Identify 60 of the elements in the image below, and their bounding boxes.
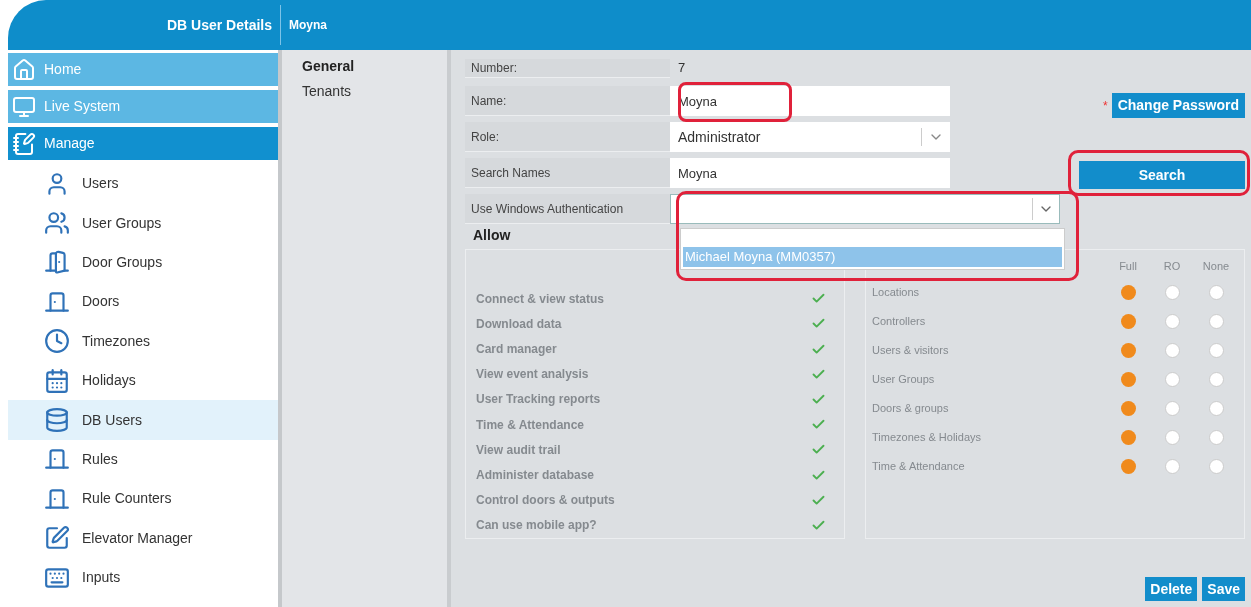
sidebar-item[interactable]: Holidays [8, 360, 278, 401]
sidebar-section[interactable]: Manage [8, 127, 278, 160]
sidebar-item[interactable]: Timezones [8, 321, 278, 361]
field-label: Name: [465, 86, 670, 116]
section-heading: Allow [472, 226, 512, 245]
text-field[interactable]: Moyna [670, 158, 950, 188]
access-label: Users & visitors [872, 343, 950, 359]
tab[interactable]: Tenants [302, 81, 447, 106]
permission-label: Time & Attendance [476, 416, 586, 434]
permission-label: View audit trail [476, 441, 562, 459]
role-dropdown[interactable]: Administrator [670, 122, 950, 152]
access-label: Timezones & Holidays [872, 430, 983, 446]
sidebar-item[interactable]: DB Users [8, 400, 278, 440]
account-dropdown[interactable] [670, 194, 1060, 224]
sidebar-item[interactable]: Doors [8, 282, 278, 322]
permission-label: Administer database [476, 467, 596, 484]
sidebar-item[interactable]: Users [8, 164, 278, 204]
field-label: Number: [465, 58, 670, 78]
house-icon [12, 57, 36, 82]
page-title: DB User Details [165, 15, 273, 35]
permission-label: Download data [476, 315, 563, 333]
access-label: Time & Attendance [872, 459, 966, 475]
permission-label: Connect & view status [476, 290, 606, 308]
notebook-icon [12, 131, 36, 156]
record-name: Moyna [288, 17, 327, 34]
door-icon [44, 249, 70, 276]
field-label: Role: [465, 122, 670, 152]
access-label: Locations [872, 285, 921, 301]
sidebar-item[interactable]: Elevator Manager [8, 518, 278, 558]
field-label: Search Names [465, 158, 670, 188]
column-header: Full [1118, 258, 1138, 274]
pen-square-icon [44, 525, 70, 552]
permission-label: View event analysis [476, 366, 590, 384]
column-header: RO [1162, 258, 1182, 274]
people-icon [44, 210, 70, 237]
permission-label: Control doors & outputs [476, 492, 616, 510]
permission-label: Can use mobile app? [476, 517, 598, 535]
monitor-icon [12, 94, 36, 119]
permission-label: User Tracking reports [476, 391, 602, 409]
field-value: 7 [677, 59, 687, 78]
permission-label: Card manager [476, 341, 558, 358]
change-password-button[interactable]: Change Password [1111, 93, 1245, 118]
tab[interactable]: General [302, 56, 447, 81]
sidebar-item[interactable]: Rule Counters [8, 479, 278, 519]
calendar-icon [44, 367, 70, 394]
field-label: Use Windows Authentication [465, 194, 670, 224]
sidebar-item[interactable]: Inputs [8, 557, 278, 598]
access-label: User Groups [872, 372, 936, 388]
footer-button[interactable]: Save [1202, 577, 1245, 601]
footer-button[interactable]: Delete [1145, 577, 1198, 601]
sidebar-item[interactable]: Rules [8, 439, 278, 480]
database-icon [44, 407, 70, 434]
column-header: None [1201, 258, 1231, 274]
search-button[interactable]: Search [1079, 161, 1245, 189]
required-mark: * [1102, 97, 1108, 115]
sidebar-item[interactable]: Door Groups [8, 242, 278, 283]
access-label: Doors & groups [872, 401, 950, 417]
clock-icon [44, 328, 70, 355]
access-label: Controllers [872, 314, 927, 330]
sidebar-item[interactable]: User Groups [8, 203, 278, 243]
